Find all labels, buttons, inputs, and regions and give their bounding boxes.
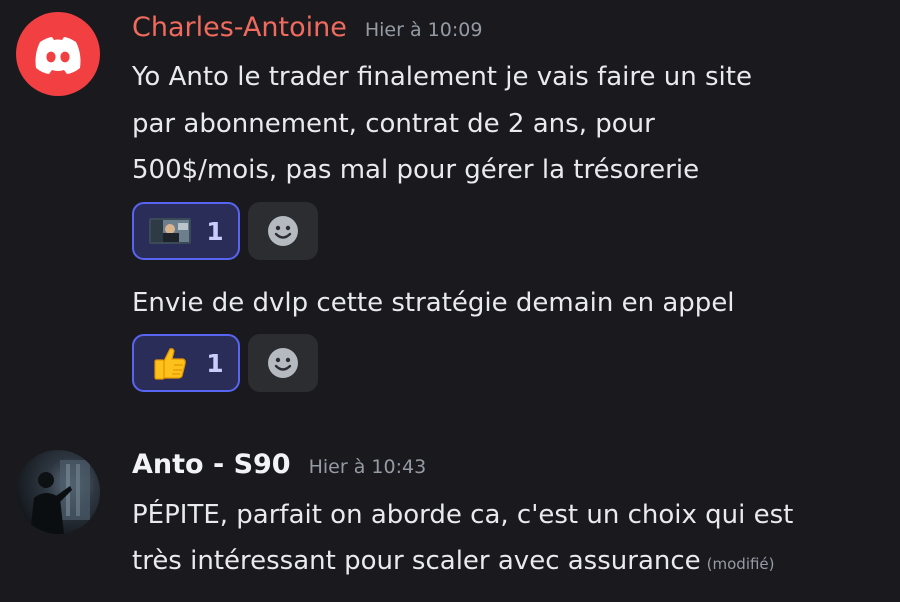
- reaction-gif[interactable]: 1: [132, 202, 240, 260]
- reaction-thumbs-up[interactable]: 1: [132, 334, 240, 392]
- gif-image-icon: [148, 215, 192, 247]
- add-reaction-smiley-icon: [268, 216, 298, 246]
- avatar[interactable]: [16, 12, 100, 96]
- user-photo-icon: [30, 460, 90, 534]
- message-text-line: Yo Anto le trader finalement je vais fai…: [132, 62, 752, 92]
- add-reaction-button[interactable]: [248, 202, 318, 260]
- message-header: Anto - S90 Hier à 10:43: [132, 449, 426, 489]
- message-text-line: PÉPITE, parfait on aborde ca, c'est un c…: [132, 500, 794, 530]
- message-text-line: 500$/mois, pas mal pour gérer la trésore…: [132, 155, 700, 185]
- discord-logo-icon: [35, 37, 81, 74]
- thumbs-up-icon: [148, 347, 192, 380]
- message-text-line: par abonnement, contrat de 2 ans, pour: [132, 109, 655, 139]
- edited-label: (modifié): [706, 555, 775, 573]
- username[interactable]: Anto - S90: [132, 449, 291, 480]
- timestamp[interactable]: Hier à 10:09: [365, 19, 483, 41]
- reaction-count: 1: [206, 348, 224, 378]
- add-reaction-smiley-icon: [268, 348, 298, 378]
- username[interactable]: Charles-Antoine: [132, 12, 347, 43]
- avatar[interactable]: [16, 450, 100, 534]
- message-text-line: Envie de dvlp cette stratégie demain en …: [132, 288, 735, 318]
- message-header: Charles-Antoine Hier à 10:09: [132, 12, 482, 52]
- timestamp[interactable]: Hier à 10:43: [309, 456, 427, 478]
- message-text: très intéressant pour scaler avec assura…: [132, 546, 701, 576]
- reaction-count: 1: [206, 216, 224, 246]
- add-reaction-button[interactable]: [248, 334, 318, 392]
- message-text-line: très intéressant pour scaler avec assura…: [132, 538, 775, 587]
